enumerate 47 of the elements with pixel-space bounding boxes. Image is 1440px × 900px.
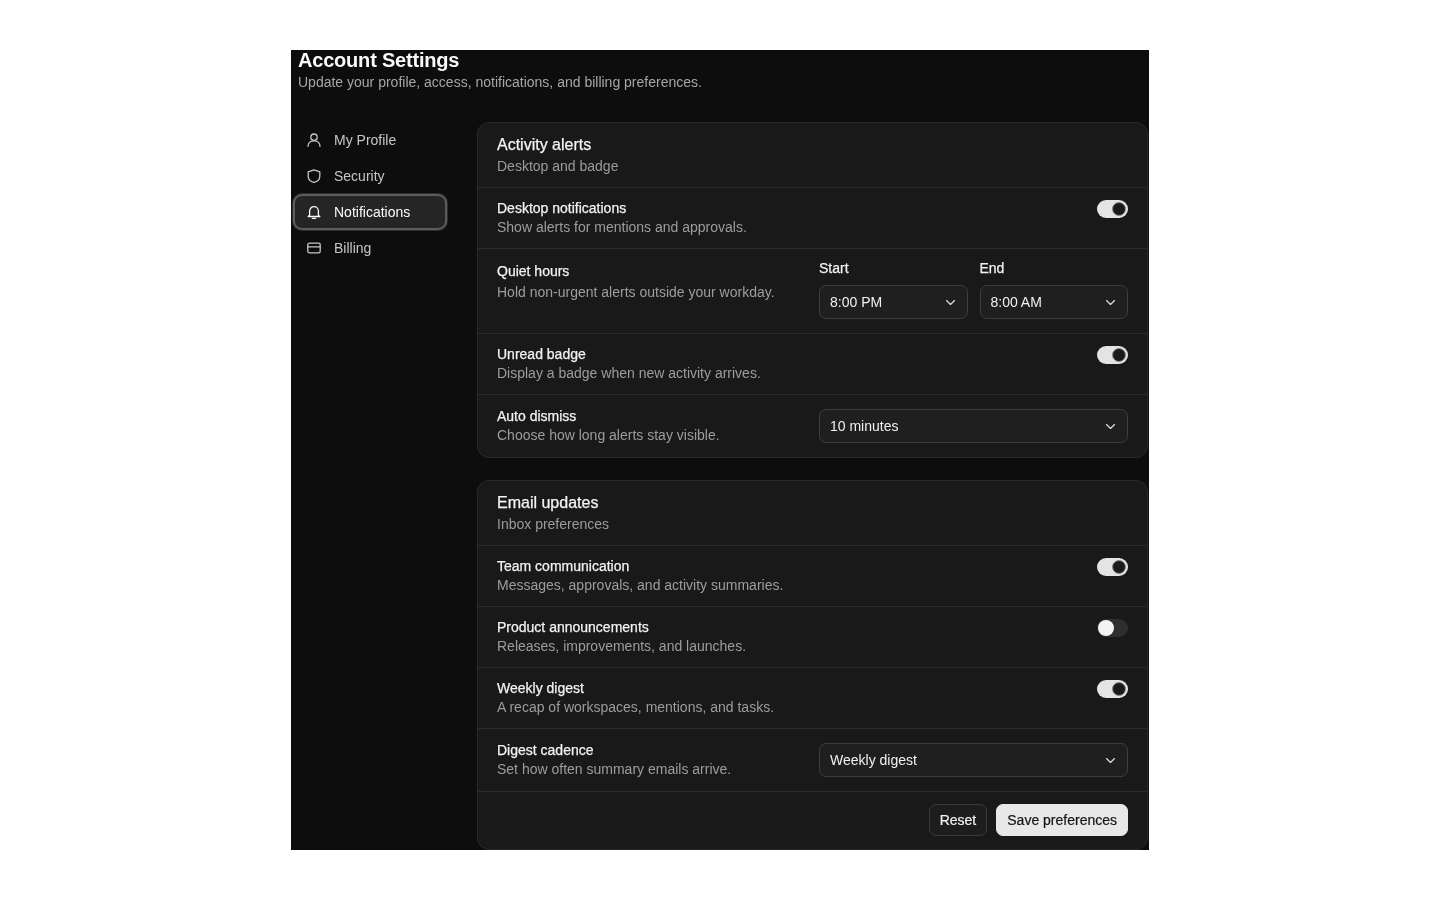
page-title: Account Settings (298, 50, 461, 70)
person-icon (307, 133, 321, 147)
chevron-down-icon (945, 299, 955, 305)
sidebar-item[interactable]: Notifications (293, 194, 447, 230)
toggle-switch[interactable] (1097, 558, 1128, 576)
field-label: Start (819, 260, 850, 276)
dropdown-field[interactable]: 10 minutes (819, 409, 1128, 443)
sidebar-item[interactable]: Billing (293, 230, 447, 266)
dropdown-field[interactable]: 8:00 PM (819, 285, 968, 319)
card-subtitle: Inbox preferences (497, 515, 611, 534)
setting-label: Team communication (497, 557, 631, 576)
setting-label: Digest cadence (497, 741, 595, 760)
setting-description: A recap of workspaces, mentions, and tasks. (497, 698, 776, 717)
save-button[interactable]: Save preferences (996, 804, 1128, 836)
setting-label: Weekly digest (497, 679, 585, 698)
dropdown-field[interactable]: 8:00 AM (979, 285, 1128, 319)
sidebar-item[interactable]: My Profile (293, 122, 447, 158)
setting-description: Hold non-urgent alerts outside your workday. (497, 283, 776, 302)
toggle-switch[interactable] (1097, 680, 1128, 698)
shield-icon (307, 169, 321, 183)
setting-description: Set how often summary emails arrive. (497, 760, 733, 779)
chevron-down-icon (1106, 757, 1115, 763)
setting-description: Display a badge when new activity arrives. (497, 364, 762, 383)
card-title: Email updates (497, 493, 600, 513)
setting-label: Desktop notifications (497, 199, 628, 218)
reset-button[interactable]: Reset (928, 804, 988, 836)
chevron-down-icon (1106, 423, 1115, 429)
setting-label: Quiet hours (497, 262, 571, 281)
field-label: End (979, 260, 1006, 276)
setting-label: Unread badge (497, 345, 587, 364)
toggle-switch[interactable] (1097, 346, 1128, 364)
card-subtitle: Desktop and badge (497, 157, 620, 176)
setting-label: Product announcements (497, 618, 650, 637)
card-title: Activity alerts (497, 135, 593, 155)
toggle-switch[interactable] (1097, 619, 1128, 637)
setting-description: Show alerts for mentions and approvals. (497, 218, 748, 237)
dropdown-field[interactable]: Weekly digest (819, 743, 1128, 777)
bell-icon (307, 205, 321, 219)
credit-card-icon (307, 241, 321, 255)
chevron-down-icon (1106, 299, 1115, 305)
toggle-switch[interactable] (1097, 200, 1128, 218)
setting-description: Releases, improvements, and launches. (497, 637, 748, 656)
page-subtitle: Update your profile, access, notifications, and billing preferences. (298, 73, 703, 92)
sidebar-item[interactable]: Security (293, 158, 447, 194)
setting-label: Auto dismiss (497, 407, 578, 426)
setting-description: Messages, approvals, and activity summaries. (497, 576, 785, 595)
setting-description: Choose how long alerts stay visible. (497, 426, 721, 445)
